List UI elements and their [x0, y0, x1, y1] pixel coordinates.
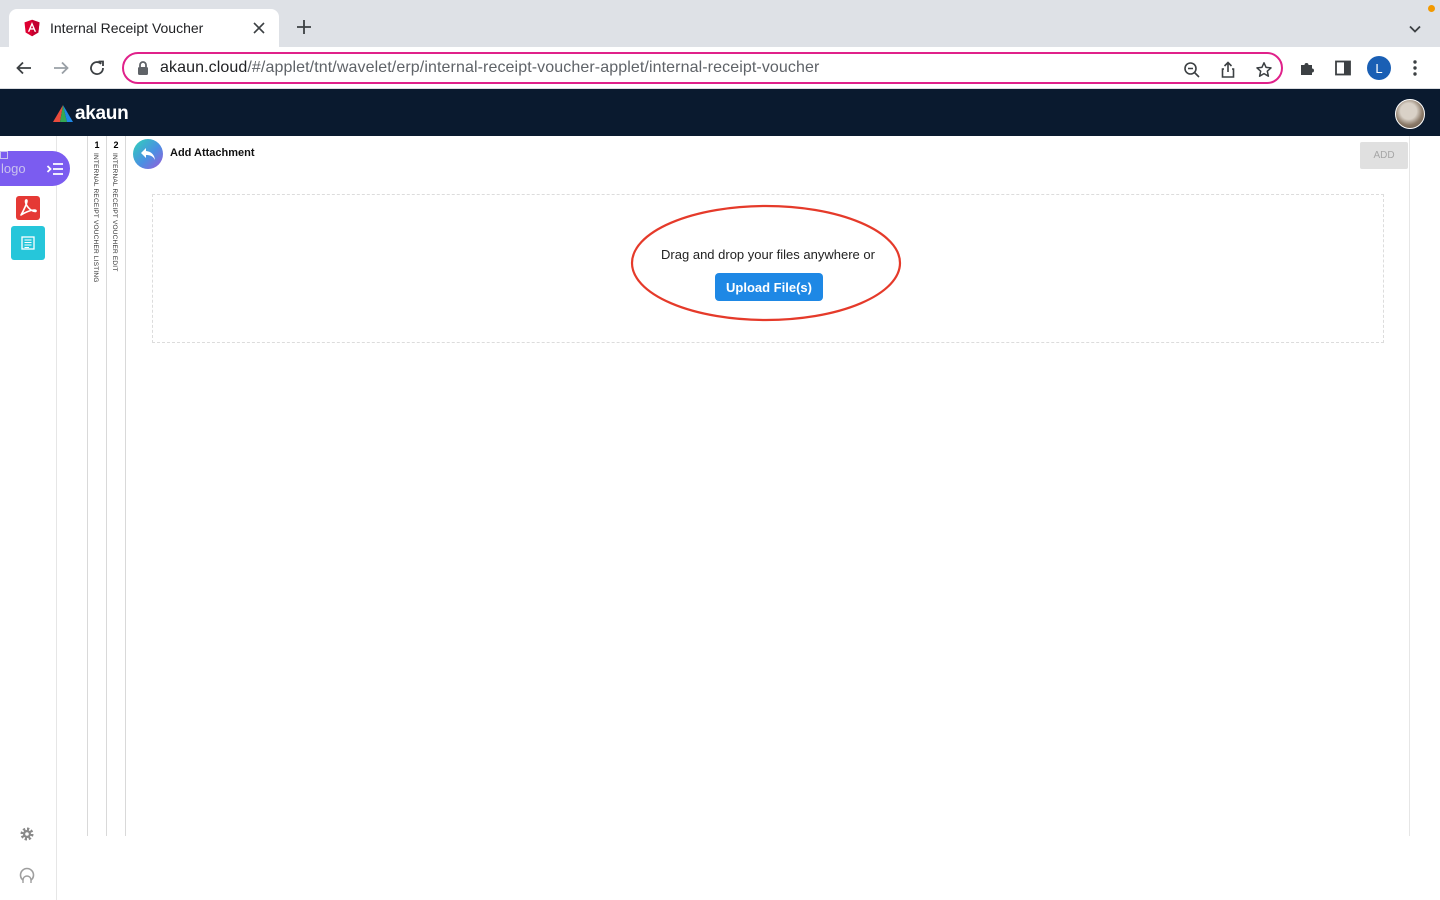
lock-icon	[138, 61, 148, 75]
breadcrumb-listing[interactable]: 1 INTERNAL RECEIPT VOUCHER LISTING	[87, 136, 106, 836]
menu-indent-icon[interactable]	[46, 160, 64, 178]
breadcrumb-edit[interactable]: 2 INTERNAL RECEIPT VOUCHER EDIT	[106, 136, 125, 836]
page-title: Add Attachment	[170, 147, 255, 159]
breadcrumb-label: INTERNAL RECEIPT VOUCHER LISTING	[92, 153, 99, 283]
zoom-out-icon[interactable]	[1182, 60, 1202, 80]
app-header: akaun	[0, 89, 1440, 136]
brand-logo[interactable]: akaun	[53, 103, 129, 125]
address-bar[interactable]: akaun.cloud/#/applet/tnt/wavelet/erp/int…	[122, 52, 1283, 84]
list-app-button[interactable]	[11, 226, 45, 260]
angular-icon	[24, 19, 40, 37]
broken-image-icon	[0, 151, 8, 159]
acrobat-icon	[16, 196, 40, 220]
list-icon	[21, 236, 35, 250]
share-icon[interactable]	[1218, 60, 1238, 80]
browser-tab-strip: Internal Receipt Voucher	[0, 0, 1440, 47]
akaun-logo-icon	[53, 105, 73, 122]
breadcrumb-label: INTERNAL RECEIPT VOUCHER EDIT	[111, 153, 118, 272]
back-arrow-icon[interactable]	[12, 56, 36, 80]
url-path: /#/applet/tnt/wavelet/erp/internal-recei…	[247, 59, 820, 76]
url-text: akaun.cloud/#/applet/tnt/wavelet/erp/int…	[160, 59, 819, 77]
tab-title: Internal Receipt Voucher	[50, 20, 204, 36]
breadcrumb-number: 2	[113, 140, 119, 150]
side-panel-icon[interactable]	[1331, 56, 1355, 80]
main-panel: Add Attachment ADD Drag and drop your fi…	[125, 136, 1410, 836]
rail-logo-pill: logo	[0, 151, 70, 186]
new-tab-plus-icon[interactable]	[292, 15, 316, 39]
brand-name: akaun	[75, 103, 129, 124]
drop-instruction: Drag and drop your files anywhere or	[661, 247, 875, 262]
browser-toolbar: akaun.cloud/#/applet/tnt/wavelet/erp/int…	[0, 47, 1440, 89]
back-button[interactable]	[133, 139, 163, 169]
user-icon[interactable]	[17, 865, 37, 885]
acrobat-app-button[interactable]	[11, 191, 45, 225]
file-dropzone[interactable]: Drag and drop your files anywhere or Upl…	[152, 194, 1384, 343]
profile-avatar[interactable]: L	[1367, 56, 1391, 80]
reply-arrow-icon	[141, 148, 155, 160]
logo-alt-text: logo	[1, 161, 26, 176]
notification-dot	[1428, 5, 1435, 12]
close-icon[interactable]	[251, 20, 267, 36]
add-button[interactable]: ADD	[1360, 142, 1408, 169]
kebab-menu-icon[interactable]	[1403, 56, 1427, 80]
forward-arrow-icon[interactable]	[49, 56, 73, 80]
left-rail: logo	[0, 136, 70, 900]
browser-tab[interactable]: Internal Receipt Voucher	[9, 9, 279, 47]
extensions-puzzle-icon[interactable]	[1295, 56, 1319, 80]
gear-icon[interactable]	[17, 824, 37, 844]
breadcrumb-number: 1	[94, 140, 100, 150]
user-avatar[interactable]	[1395, 99, 1425, 129]
reload-icon[interactable]	[85, 56, 109, 80]
chevron-down-icon[interactable]	[1404, 18, 1426, 40]
upload-files-button[interactable]: Upload File(s)	[715, 273, 823, 301]
bookmark-star-icon[interactable]	[1254, 60, 1274, 80]
url-host: akaun.cloud	[160, 59, 248, 76]
